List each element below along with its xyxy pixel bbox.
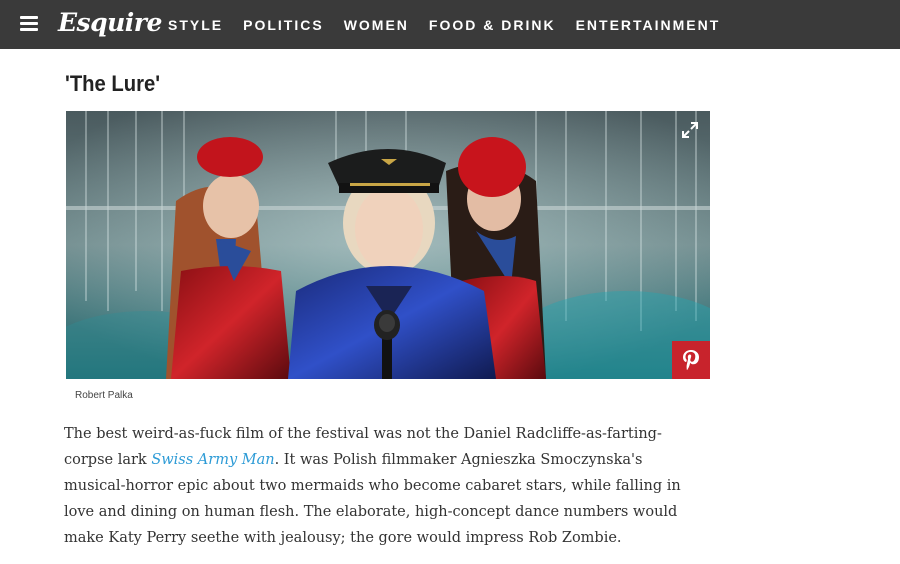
film-still-illustration [66,111,710,379]
slide-title: 'The Lure' [65,71,161,96]
top-navigation-bar: Esquire STYLE POLITICS WOMEN FOOD & DRIN… [0,0,900,49]
main-nav: STYLE POLITICS WOMEN FOOD & DRINK ENTERT… [168,17,740,33]
nav-item-politics[interactable]: POLITICS [243,17,324,33]
nav-item-food-drink[interactable]: FOOD & DRINK [429,17,556,33]
esquire-logo[interactable]: Esquire [58,8,162,37]
article-paragraph: The best weird-as-fuck film of the festi… [64,421,704,551]
nav-item-women[interactable]: WOMEN [344,17,409,33]
pinterest-icon [683,350,699,370]
nav-item-entertainment[interactable]: ENTERTAINMENT [576,17,721,33]
pinterest-share-button[interactable] [672,341,710,379]
hero-photo [66,111,710,379]
nav-item-style[interactable]: STYLE [168,17,223,33]
photo-credit: Robert Palka [75,390,133,401]
expand-icon[interactable] [682,122,698,138]
hamburger-menu-icon[interactable] [20,16,38,31]
swiss-army-man-link[interactable]: Swiss Army Man [151,452,274,468]
